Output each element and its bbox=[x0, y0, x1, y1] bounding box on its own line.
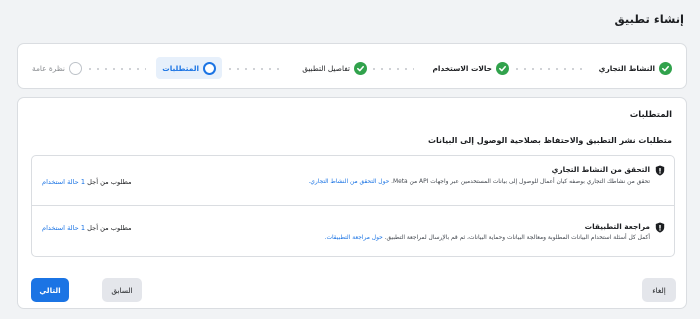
page-title: إنشاء تطبيق bbox=[614, 12, 684, 26]
step-app-details[interactable]: تفاصيل التطبيق bbox=[302, 57, 367, 79]
shield-icon bbox=[655, 222, 665, 233]
checkmark-icon bbox=[496, 61, 509, 75]
previous-button[interactable]: السابق bbox=[102, 278, 142, 302]
progress-stepper: النشاط التجاري حالات الاستخدام تفاصيل ال… bbox=[17, 43, 687, 89]
step-overview[interactable]: نظرة عامة bbox=[32, 57, 82, 79]
requirement-needed-for: مطلوب من أجل 1 حالة استخدام bbox=[42, 178, 132, 186]
step-requirements[interactable]: المتطلبات bbox=[156, 57, 222, 79]
step-connector bbox=[86, 68, 146, 70]
requirement-app-review: مراجعة التطبيقات أكمل كل أسئلة استخدام ا… bbox=[32, 207, 674, 257]
requirement-description: أكمل كل أسئلة استخدام البيانات المطلوبة … bbox=[324, 235, 650, 241]
requirement-needed-for: مطلوب من أجل 1 حالة استخدام bbox=[42, 224, 132, 232]
section-title: المتطلبات bbox=[629, 110, 672, 120]
step-label: النشاط التجاري bbox=[598, 63, 655, 73]
step-connector bbox=[226, 68, 282, 70]
step-business[interactable]: النشاط التجاري bbox=[599, 57, 672, 79]
learn-more-link[interactable]: حول مراجعة التطبيقات. bbox=[325, 235, 383, 241]
step-label: نظرة عامة bbox=[31, 63, 65, 73]
shield-icon bbox=[655, 165, 665, 176]
cancel-button[interactable]: إلغاء bbox=[642, 278, 676, 302]
section-subtitle: متطلبات نشر التطبيق والاحتفاظ بصلاحية ال… bbox=[428, 136, 672, 145]
use-case-link[interactable]: 1 حالة استخدام bbox=[42, 178, 85, 186]
checkmark-icon bbox=[659, 61, 672, 75]
learn-more-link[interactable]: حول التحقق من النشاط التجاري. bbox=[308, 179, 389, 185]
step-use-cases[interactable]: حالات الاستخدام bbox=[433, 57, 509, 79]
requirements-card: المتطلبات متطلبات نشر التطبيق والاحتفاظ … bbox=[17, 97, 687, 309]
step-connector bbox=[370, 68, 414, 70]
requirement-description: تحقق من نشاطك التجاري بوصفه كيان أعمال ل… bbox=[308, 179, 650, 185]
requirement-title: مراجعة التطبيقات bbox=[584, 222, 650, 231]
pending-step-icon bbox=[69, 61, 82, 75]
step-connector bbox=[513, 68, 587, 70]
use-case-link[interactable]: 1 حالة استخدام bbox=[42, 224, 85, 232]
step-label: المتطلبات bbox=[162, 63, 199, 73]
requirements-list: التحقق من النشاط التجاري تحقق من نشاطك ا… bbox=[31, 155, 675, 257]
next-button[interactable]: التالي bbox=[31, 278, 69, 302]
checkmark-icon bbox=[354, 61, 367, 75]
step-label: تفاصيل التطبيق bbox=[302, 63, 350, 73]
requirement-title: التحقق من النشاط التجاري bbox=[551, 165, 650, 174]
current-step-icon bbox=[203, 61, 216, 75]
requirement-business-verification: التحقق من النشاط التجاري تحقق من نشاطك ا… bbox=[32, 156, 674, 206]
step-label: حالات الاستخدام bbox=[432, 63, 492, 73]
